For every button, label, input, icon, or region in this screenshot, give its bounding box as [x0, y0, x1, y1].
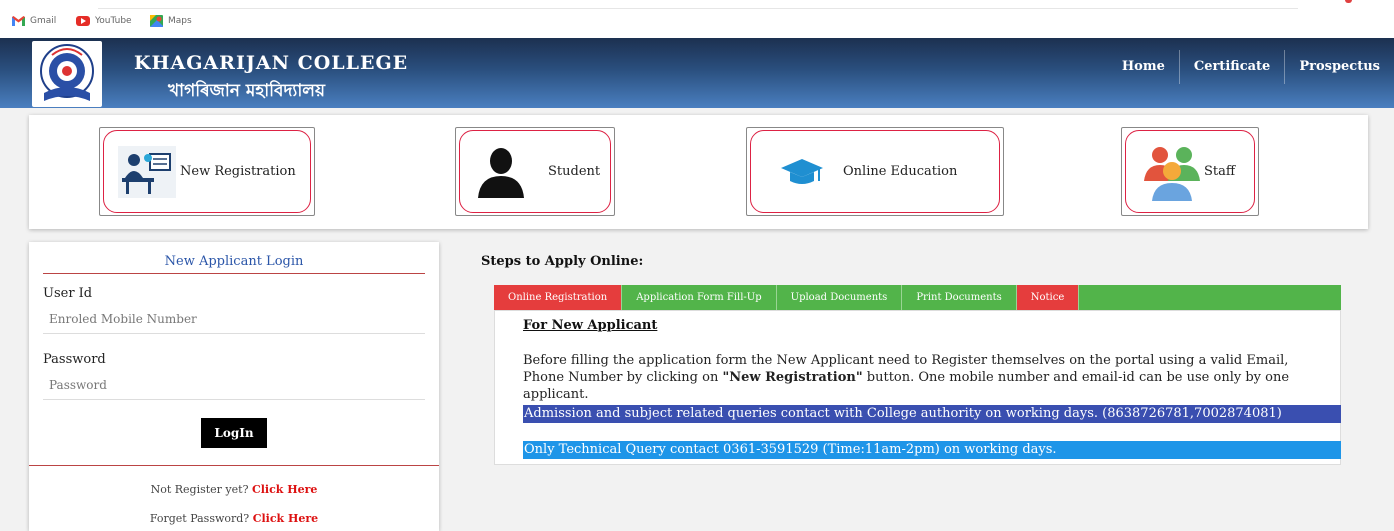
address-bar-edge	[98, 8, 1298, 9]
register-prompt-text: Not Register yet?	[150, 483, 249, 496]
steps-title: Steps to Apply Online:	[481, 254, 644, 269]
youtube-icon	[76, 16, 90, 26]
para-highlight: "New Registration"	[722, 370, 863, 385]
tile-student[interactable]: Student	[455, 127, 615, 216]
login-title: New Applicant Login	[164, 254, 304, 269]
tab-online-registration[interactable]: Online Registration	[494, 285, 623, 310]
technical-contact-notice: Only Technical Query contact 0361-359152…	[523, 441, 1341, 459]
bookmark-label: YouTube	[95, 16, 132, 26]
forgot-password-link[interactable]: Click Here	[253, 512, 318, 525]
user-id-label: User Id	[43, 286, 93, 301]
main-nav: Home Certificate Prospectus	[1108, 50, 1394, 84]
bookmark-gmail[interactable]: Gmail	[12, 14, 56, 28]
bookmark-youtube[interactable]: YouTube	[76, 14, 132, 28]
nav-prospectus[interactable]: Prospectus	[1284, 50, 1394, 84]
login-button[interactable]: LogIn	[201, 418, 267, 448]
admission-contact-notice: Admission and subject related queries co…	[523, 405, 1341, 423]
college-logo[interactable]	[32, 41, 102, 107]
tab-application-form[interactable]: Application Form Fill-Up	[622, 285, 777, 310]
content-subhead: For New Applicant	[523, 318, 658, 333]
register-prompt: Not Register yet? Click Here	[29, 483, 439, 496]
register-link[interactable]: Click Here	[252, 483, 317, 496]
tab-content: For New Applicant Before filling the app…	[494, 310, 1341, 465]
divider	[43, 273, 425, 274]
tab-upload-documents[interactable]: Upload Documents	[777, 285, 903, 310]
gmail-icon	[12, 16, 25, 26]
registration-desk-icon	[118, 145, 176, 198]
tile-online-education[interactable]: Online Education	[746, 127, 1004, 216]
tile-label: Student	[548, 164, 601, 179]
college-title-english: KHAGARIJAN COLLEGE	[134, 52, 409, 74]
password-label: Password	[43, 352, 106, 367]
bookmark-maps[interactable]: Maps	[150, 14, 192, 28]
user-id-input[interactable]	[43, 304, 425, 334]
tile-label: Online Education	[843, 164, 958, 179]
maps-icon	[150, 15, 163, 27]
graduation-cap-icon	[781, 157, 823, 187]
tile-new-registration[interactable]: New Registration	[99, 127, 315, 216]
tab-notice[interactable]: Notice	[1016, 285, 1080, 310]
tile-label: New Registration	[180, 164, 296, 179]
bookmarks-bar: Gmail YouTube Maps	[0, 0, 1394, 38]
tile-label: Staff	[1204, 164, 1236, 179]
tile-staff[interactable]: Staff	[1121, 127, 1259, 216]
group-users-icon	[1140, 141, 1202, 203]
steps-tabs: Online Registration Application Form Fil…	[494, 285, 1341, 310]
person-silhouette-icon	[478, 146, 524, 198]
forgot-password-text: Forget Password?	[149, 512, 250, 525]
notification-dot	[1345, 0, 1352, 3]
quick-links-panel: New Registration Student Online Educatio…	[29, 115, 1368, 229]
divider	[29, 465, 439, 466]
instructions-paragraph: Before filling the application form the …	[523, 352, 1323, 403]
password-input[interactable]	[43, 370, 425, 400]
bookmark-label: Gmail	[30, 16, 57, 26]
college-title-bengali: খাগৰিজান মহাবিদ্যালয়	[168, 81, 325, 101]
tab-print-documents[interactable]: Print Documents	[902, 285, 1017, 310]
bookmark-label: Maps	[168, 16, 192, 26]
forgot-password-prompt: Forget Password? Click Here	[29, 512, 439, 525]
nav-home[interactable]: Home	[1108, 50, 1179, 84]
nav-certificate[interactable]: Certificate	[1178, 50, 1284, 84]
login-panel: New Applicant Login User Id Password Log…	[29, 242, 439, 531]
site-header: KHAGARIJAN COLLEGE খাগৰিজান মহাবিদ্যালয়…	[0, 38, 1394, 108]
